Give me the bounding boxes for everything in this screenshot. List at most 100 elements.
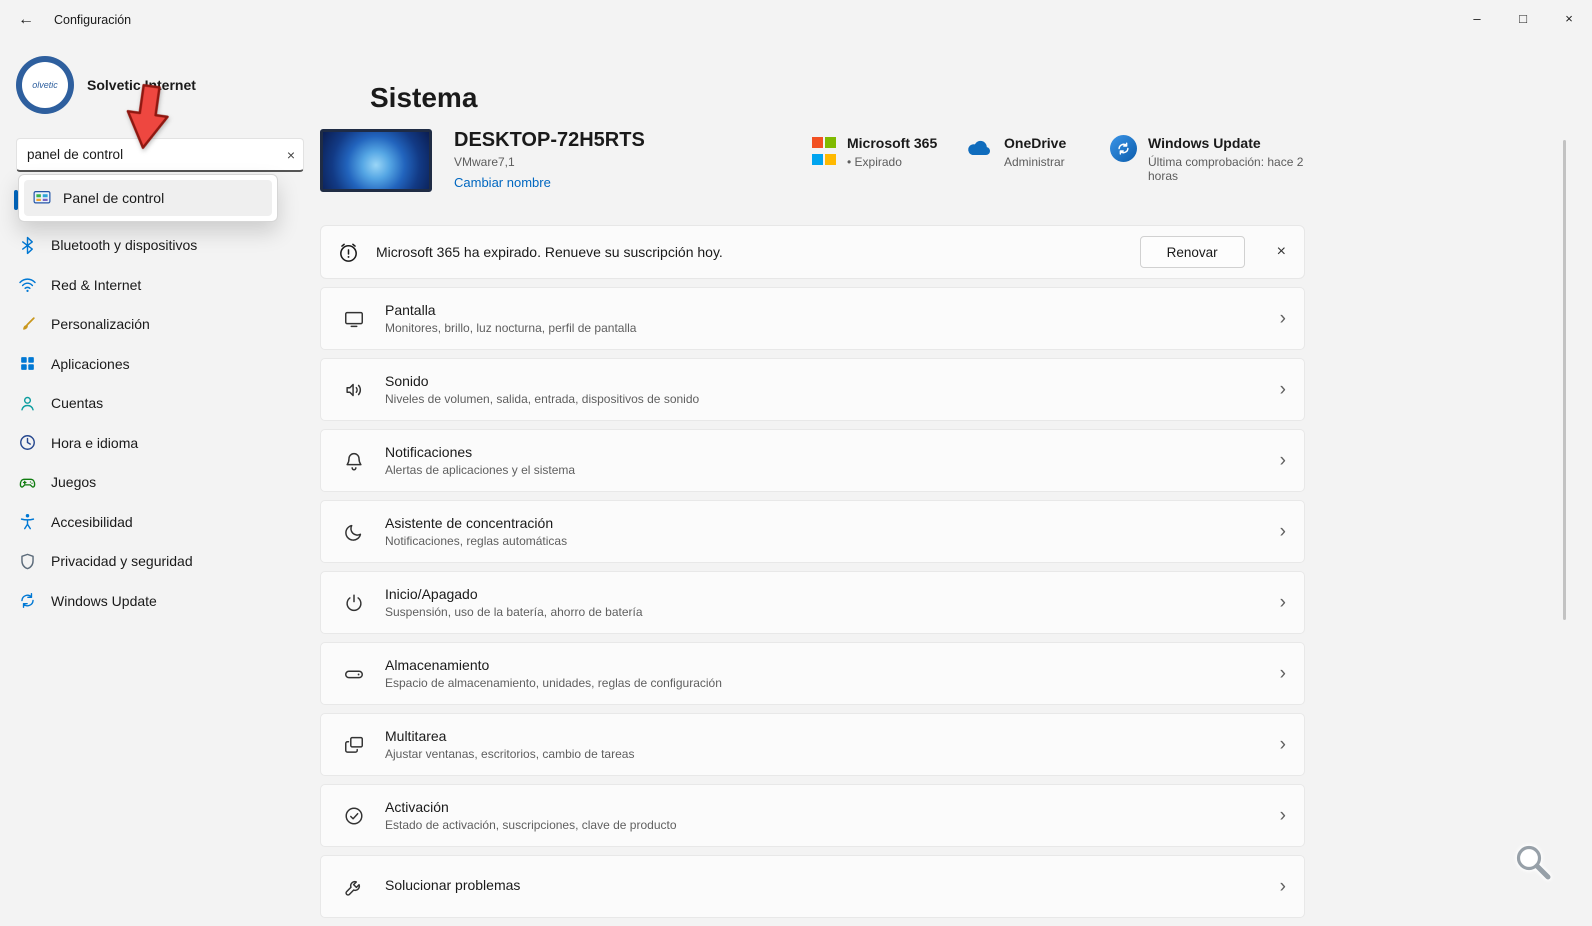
microsoft365-card[interactable]: Microsoft 365 • Expirado — [812, 135, 937, 169]
sound-icon — [341, 379, 367, 401]
card-title: Microsoft 365 — [847, 135, 937, 151]
search-suggestions: Panel de control — [18, 174, 278, 222]
setting-row-sound[interactable]: Sonido Niveles de volumen, salida, entra… — [320, 358, 1305, 421]
setting-row-storage[interactable]: Almacenamiento Espacio de almacenamiento… — [320, 642, 1305, 705]
sidebar-item-accounts[interactable]: Cuentas — [5, 384, 315, 422]
bluetooth-icon — [17, 236, 37, 255]
onedrive-cloud-icon — [965, 139, 993, 169]
brush-icon — [17, 315, 37, 334]
sidebar-item-label: Aplicaciones — [51, 356, 130, 372]
setting-row-display[interactable]: Pantalla Monitores, brillo, luz nocturna… — [320, 287, 1305, 350]
sidebar-item-label: Bluetooth y dispositivos — [51, 237, 197, 253]
clear-search-icon[interactable]: × — [287, 147, 295, 163]
expiration-alert-banner: Microsoft 365 ha expirado. Renueve su su… — [320, 225, 1305, 279]
device-name: DESKTOP-72H5RTS — [454, 129, 645, 152]
chevron-right-icon: › — [1280, 805, 1286, 827]
rename-device-link[interactable]: Cambiar nombre — [454, 175, 645, 190]
red-arrow-annotation — [105, 79, 188, 159]
sidebar-item-time-language[interactable]: Hora e idioma — [5, 424, 315, 462]
scrollbar[interactable] — [1563, 140, 1566, 620]
renew-button[interactable]: Renovar — [1140, 236, 1245, 268]
device-model: VMware7,1 — [454, 155, 645, 169]
chevron-right-icon: › — [1280, 379, 1286, 401]
windows-update-card[interactable]: Windows Update Última comprobación: hace… — [1110, 135, 1310, 183]
sidebar-item-label: Cuentas — [51, 395, 103, 411]
sidebar-item-network[interactable]: Red & Internet — [5, 266, 315, 304]
storage-drive-icon — [341, 663, 367, 685]
sidebar-item-label: Privacidad y seguridad — [51, 553, 193, 569]
minimize-button[interactable]: – — [1454, 0, 1500, 36]
chevron-right-icon: › — [1280, 592, 1286, 614]
sidebar-item-label: Juegos — [51, 474, 96, 490]
onedrive-card[interactable]: OneDrive Administrar — [965, 135, 1066, 169]
microsoft-logo-icon — [812, 137, 836, 169]
device-info: DESKTOP-72H5RTS VMware7,1 Cambiar nombre — [454, 129, 645, 190]
chevron-right-icon: › — [1280, 663, 1286, 685]
avatar-label: olvetic — [22, 62, 68, 108]
card-status: Última comprobación: hace 2 horas — [1148, 155, 1310, 183]
setting-row-focus-assist[interactable]: Asistente de concentración Notificacione… — [320, 500, 1305, 563]
main-content: Sistema DESKTOP-72H5RTS VMware7,1 Cambia… — [320, 40, 1310, 926]
device-header: DESKTOP-72H5RTS VMware7,1 Cambiar nombre… — [320, 129, 1310, 213]
setting-row-notifications[interactable]: Notificaciones Alertas de aplicaciones y… — [320, 429, 1305, 492]
chevron-right-icon: › — [1280, 734, 1286, 756]
moon-icon — [341, 521, 367, 543]
clock-icon — [17, 433, 37, 452]
alert-clock-icon — [337, 241, 360, 264]
page-title: Sistema — [370, 82, 1310, 114]
titlebar: ← Configuración — [0, 0, 1592, 40]
sidebar-item-accessibility[interactable]: Accesibilidad — [5, 503, 315, 541]
back-icon[interactable]: ← — [18, 11, 34, 29]
wrench-icon — [341, 876, 367, 898]
window-title: Configuración — [54, 13, 131, 27]
magnifier-cursor-icon — [1512, 842, 1554, 884]
close-button[interactable]: × — [1546, 0, 1592, 36]
sidebar-item-personalization[interactable]: Personalización — [5, 305, 315, 343]
shield-icon — [17, 552, 37, 571]
person-icon — [17, 394, 37, 413]
wifi-icon — [17, 275, 37, 294]
suggestion-label: Panel de control — [63, 190, 164, 206]
card-title: Windows Update — [1148, 135, 1310, 151]
sidebar-item-label: Accesibilidad — [51, 514, 133, 530]
chevron-right-icon: › — [1280, 521, 1286, 543]
maximize-button[interactable]: □ — [1500, 0, 1546, 36]
card-title: OneDrive — [1004, 135, 1066, 151]
power-icon — [341, 592, 367, 614]
sidebar-item-label: Windows Update — [51, 593, 157, 609]
display-icon — [341, 308, 367, 330]
update-icon — [17, 591, 37, 610]
sidebar-item-label: Red & Internet — [51, 277, 141, 293]
window-controls: – □ × — [1454, 0, 1592, 36]
control-panel-icon — [33, 190, 51, 206]
sidebar-item-label: Hora e idioma — [51, 435, 138, 451]
card-action: Administrar — [1004, 155, 1066, 169]
setting-row-multitasking[interactable]: Multitarea Ajustar ventanas, escritorios… — [320, 713, 1305, 776]
chevron-right-icon: › — [1280, 450, 1286, 472]
chevron-right-icon: › — [1280, 308, 1286, 330]
setting-row-activation[interactable]: Activación Estado de activación, suscrip… — [320, 784, 1305, 847]
accessibility-icon — [17, 512, 37, 531]
apps-grid-icon — [17, 354, 37, 373]
setting-row-troubleshoot[interactable]: Solucionar problemas › — [320, 855, 1305, 918]
setting-row-power[interactable]: Inicio/Apagado Suspensión, uso de la bat… — [320, 571, 1305, 634]
activation-check-icon — [341, 805, 367, 827]
avatar: olvetic — [16, 56, 74, 114]
sidebar-item-label: Personalización — [51, 316, 150, 332]
windows-update-icon — [1110, 135, 1137, 162]
sidebar-item-bluetooth[interactable]: Bluetooth y dispositivos — [5, 226, 315, 264]
dismiss-alert-icon[interactable]: × — [1277, 243, 1286, 261]
sidebar-item-privacy[interactable]: Privacidad y seguridad — [5, 542, 315, 580]
sidebar-nav: Bluetooth y dispositivos Red & Internet … — [0, 226, 320, 620]
alert-message: Microsoft 365 ha expirado. Renueve su su… — [376, 244, 1140, 260]
device-wallpaper-thumbnail — [320, 129, 432, 192]
multitask-windows-icon — [341, 734, 367, 756]
search-suggestion-panel-de-control[interactable]: Panel de control — [24, 180, 272, 216]
sidebar-item-windows-update[interactable]: Windows Update — [5, 582, 315, 620]
bell-icon — [341, 450, 367, 472]
settings-list: Pantalla Monitores, brillo, luz nocturna… — [320, 287, 1310, 918]
sidebar: olvetic Solvetic Internet × Bluetooth y … — [0, 40, 320, 905]
sidebar-item-gaming[interactable]: Juegos — [5, 463, 315, 501]
card-status: • Expirado — [847, 155, 937, 169]
sidebar-item-apps[interactable]: Aplicaciones — [5, 345, 315, 383]
